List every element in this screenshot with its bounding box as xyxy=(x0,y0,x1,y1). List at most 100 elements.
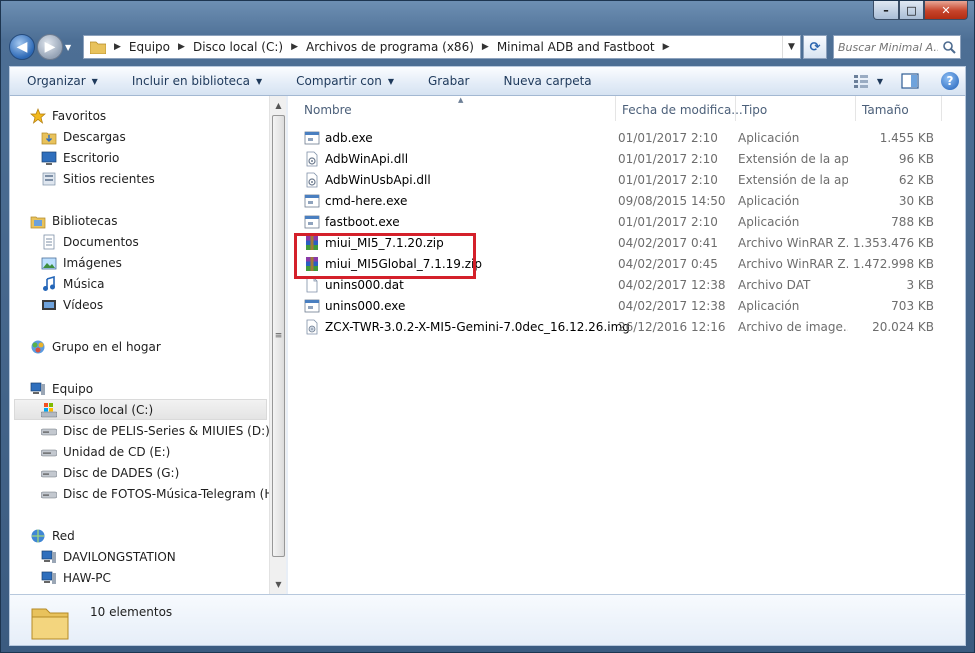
file-name-cell[interactable]: cmd-here.exe xyxy=(304,193,618,209)
preview-pane-icon[interactable] xyxy=(901,73,919,89)
tree-homegroup[interactable]: Grupo en el hogar xyxy=(30,336,269,357)
tree-item-drive-c[interactable]: Disco local (C:) xyxy=(14,399,267,420)
file-name-cell[interactable]: miui_MI5Global_7.1.19.zip xyxy=(304,256,618,272)
column-header-type[interactable]: Tipo xyxy=(736,96,856,121)
breadcrumb-item[interactable]: Equipo xyxy=(125,40,174,54)
breadcrumb-arrow[interactable]: ▶ xyxy=(174,42,189,52)
breadcrumb-arrow[interactable]: ▶ xyxy=(659,42,674,52)
forward-button[interactable]: ▶ xyxy=(37,34,63,60)
file-name-cell[interactable]: miui_MI5_7.1.20.zip xyxy=(304,235,618,251)
tree-network-label: Red xyxy=(52,528,75,543)
tree-favorites[interactable]: Favoritos xyxy=(30,105,269,126)
tree-item-label: Escritorio xyxy=(63,150,120,165)
file-type: Aplicación xyxy=(738,298,800,313)
file-row[interactable]: AdbWinUsbApi.dll 01/01/2017 2:10 Extensión… xyxy=(304,169,934,190)
tree-network[interactable]: Red xyxy=(30,525,269,546)
tree-item-recent-places[interactable]: Sitios recientes xyxy=(41,168,269,189)
file-type: Aplicación xyxy=(738,214,800,229)
view-options-icon[interactable] xyxy=(853,74,869,88)
file-row[interactable]: unins000.exe 04/02/2017 12:38 Aplicación 70… xyxy=(304,295,934,316)
new-folder-button[interactable]: Nueva carpeta xyxy=(486,74,608,88)
breadcrumb-root-arrow[interactable]: ▶ xyxy=(110,42,125,52)
tree-item-label: Disc de DADES (G:) xyxy=(63,465,180,480)
file-name-cell[interactable]: unins000.dat xyxy=(304,277,618,293)
explorer-window: – □ ✕ ◀ ▶ ▼ ▶ Equipo ▶ Disco local (C:) … xyxy=(0,0,975,653)
star-icon xyxy=(30,107,46,124)
file-name-cell[interactable]: ZCX-TWR-3.0.2-X-MI5-Gemini-7.0dec_16.12.… xyxy=(304,319,630,335)
file-name-cell[interactable]: unins000.exe xyxy=(304,298,618,314)
address-bar[interactable]: ▶ Equipo ▶ Disco local (C:) ▶ Archivos d… xyxy=(83,35,801,59)
file-row[interactable]: adb.exe 01/01/2017 2:10 Aplicación 1.455 KB xyxy=(304,127,934,148)
tree-item-drive-d[interactable]: Disc de PELIS-Series & MIUIES (D:) xyxy=(41,420,269,441)
tree-item-documents[interactable]: Documentos xyxy=(41,231,269,252)
videos-icon xyxy=(42,299,56,310)
column-header-size[interactable]: Tamaño xyxy=(856,96,942,121)
file-date: 01/01/2017 2:10 xyxy=(618,130,718,145)
scroll-down-icon[interactable]: ▼ xyxy=(270,576,287,593)
breadcrumb-item[interactable]: Disco local (C:) xyxy=(189,40,287,54)
tree-item-videos[interactable]: Vídeos xyxy=(41,294,269,315)
minimize-button[interactable]: – xyxy=(873,1,899,20)
file-row[interactable]: miui_MI5Global_7.1.19.zip 04/02/2017 0:45… xyxy=(304,253,934,274)
tree-item-drive-g[interactable]: Disc de DADES (G:) xyxy=(41,462,269,483)
close-button[interactable]: ✕ xyxy=(924,1,968,20)
tree-item-music[interactable]: Música xyxy=(41,273,269,294)
file-row[interactable]: cmd-here.exe 09/08/2015 14:50 Aplicación 30… xyxy=(304,190,934,211)
tree-item-haw-pc[interactable]: HAW-PC xyxy=(41,567,269,588)
breadcrumb: ▶ Equipo ▶ Disco local (C:) ▶ Archivos d… xyxy=(110,36,674,58)
search-input[interactable] xyxy=(838,40,938,54)
breadcrumb-arrow[interactable]: ▶ xyxy=(287,42,302,52)
breadcrumb-item[interactable]: Minimal ADB and Fastboot xyxy=(493,40,659,54)
file-name-cell[interactable]: fastboot.exe xyxy=(304,214,618,230)
recent-pages-dropdown-icon[interactable]: ▼ xyxy=(65,43,77,52)
tree-item-desktop[interactable]: Escritorio xyxy=(41,147,269,168)
include-library-menu[interactable]: Incluir en biblioteca ▼ xyxy=(115,74,279,88)
view-dropdown-icon[interactable]: ▼ xyxy=(877,77,883,86)
file-row[interactable]: AdbWinApi.dll 01/01/2017 2:10 Extensión de… xyxy=(304,148,934,169)
column-header-date[interactable]: Fecha de modifica... xyxy=(616,96,743,121)
file-row[interactable]: unins000.dat 04/02/2017 12:38 Archivo DAT 3… xyxy=(304,274,934,295)
breadcrumb-arrow[interactable]: ▶ xyxy=(478,42,493,52)
search-box[interactable] xyxy=(833,35,961,59)
navigation-scrollbar[interactable]: ▲ ≡ ▼ xyxy=(269,96,286,594)
tree-item-label: HAW-PC xyxy=(63,570,111,585)
file-size: 1.472.998 KB xyxy=(853,256,934,271)
breadcrumb-item[interactable]: Archivos de programa (x86) xyxy=(302,40,478,54)
file-date: 01/01/2017 2:10 xyxy=(618,151,718,166)
address-dropdown-icon[interactable]: ▼ xyxy=(782,36,800,58)
scrollbar-thumb[interactable]: ≡ xyxy=(272,115,285,557)
exe-icon xyxy=(304,214,325,230)
tree-computer[interactable]: Equipo xyxy=(30,378,269,399)
file-date: 04/02/2017 12:38 xyxy=(618,277,726,292)
file-row[interactable]: ZCX-TWR-3.0.2-X-MI5-Gemini-7.0dec_16.12.… xyxy=(304,316,934,337)
details-pane: 10 elementos xyxy=(9,594,966,646)
file-size: 1.353.476 KB xyxy=(853,235,934,250)
organize-menu[interactable]: Organizar ▼ xyxy=(10,74,115,88)
tree-item-label: Imágenes xyxy=(63,255,122,270)
file-name-cell[interactable]: AdbWinApi.dll xyxy=(304,151,618,167)
back-button[interactable]: ◀ xyxy=(9,34,35,60)
tree-item-downloads[interactable]: Descargas xyxy=(41,126,269,147)
scroll-up-icon[interactable]: ▲ xyxy=(270,97,287,114)
file-row[interactable]: miui_MI5_7.1.20.zip 04/02/2017 0:41 Archiv… xyxy=(304,232,934,253)
tree-libraries[interactable]: Bibliotecas xyxy=(30,210,269,231)
burn-button[interactable]: Grabar xyxy=(411,74,487,88)
file-row[interactable]: fastboot.exe 01/01/2017 2:10 Aplicación 788… xyxy=(304,211,934,232)
column-header-name[interactable]: Nombre ▲ xyxy=(288,96,616,121)
tree-item-drive-e[interactable]: Unidad de CD (E:) xyxy=(41,441,269,462)
search-icon xyxy=(943,41,956,54)
file-name-cell[interactable]: adb.exe xyxy=(304,130,618,146)
winrar-icon xyxy=(304,256,325,272)
tree-libraries-label: Bibliotecas xyxy=(52,213,118,228)
help-button[interactable]: ? xyxy=(941,72,959,90)
refresh-button[interactable]: ⟳ xyxy=(803,35,827,59)
dll-icon xyxy=(304,151,325,167)
tree-item-davilongstation[interactable]: DAVILONGSTATION xyxy=(41,546,269,567)
file-name-cell[interactable]: AdbWinUsbApi.dll xyxy=(304,172,618,188)
tree-item-drive-h[interactable]: Disc de FOTOS-Música-Telegram (H:) xyxy=(41,483,269,504)
maximize-button[interactable]: □ xyxy=(899,1,924,20)
tree-item-label: Descargas xyxy=(63,129,126,144)
tree-item-pictures[interactable]: Imágenes xyxy=(41,252,269,273)
file-type: Archivo WinRAR Z... xyxy=(738,235,848,250)
share-with-menu[interactable]: Compartir con ▼ xyxy=(279,74,411,88)
